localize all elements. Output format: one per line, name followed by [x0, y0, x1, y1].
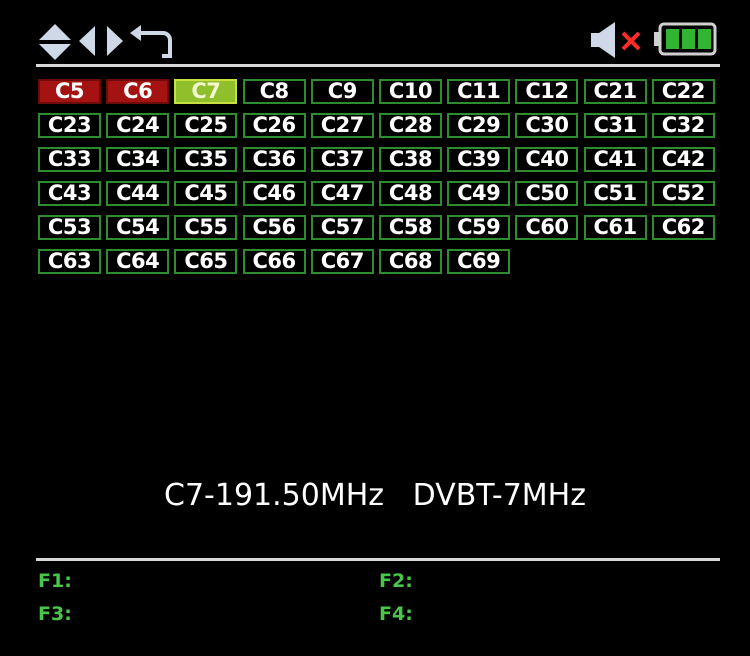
- channel-button-c23[interactable]: C23: [38, 113, 101, 138]
- channel-button-c64[interactable]: C64: [106, 249, 170, 274]
- channel-button-c54[interactable]: C54: [106, 215, 170, 240]
- channel-button-c5[interactable]: C5: [38, 79, 101, 104]
- channel-button-c29[interactable]: C29: [447, 113, 511, 138]
- channel-button-c27[interactable]: C27: [310, 113, 374, 138]
- speaker-muted-icon: [591, 22, 641, 58]
- channel-button-c62[interactable]: C62: [651, 215, 715, 240]
- channel-button-c40[interactable]: C40: [515, 147, 579, 172]
- channel-button-c25[interactable]: C25: [174, 113, 238, 138]
- top-separator: [36, 64, 720, 67]
- channel-button-c61[interactable]: C61: [583, 215, 647, 240]
- channel-button-c34[interactable]: C34: [106, 147, 170, 172]
- channel-button-c56[interactable]: C56: [242, 215, 306, 240]
- return-icon[interactable]: [129, 24, 173, 60]
- channel-button-c44[interactable]: C44: [106, 181, 170, 206]
- left-arrow-icon[interactable]: [78, 26, 96, 56]
- up-down-arrows-icon[interactable]: [38, 24, 72, 60]
- channel-button-c33[interactable]: C33: [38, 147, 101, 172]
- channel-button-c38[interactable]: C38: [379, 147, 442, 172]
- channel-button-c65[interactable]: C65: [174, 249, 238, 274]
- f2-label[interactable]: F2:: [379, 570, 413, 592]
- channel-button-c52[interactable]: C52: [651, 181, 715, 206]
- channel-button-c49[interactable]: C49: [447, 181, 511, 206]
- channel-button-c55[interactable]: C55: [174, 215, 238, 240]
- channel-button-c57[interactable]: C57: [310, 215, 374, 240]
- channel-button-c50[interactable]: C50: [515, 181, 579, 206]
- channel-button-c68[interactable]: C68: [379, 249, 442, 274]
- channel-button-c60[interactable]: C60: [515, 215, 579, 240]
- top-toolbar: [0, 0, 750, 66]
- f3-label[interactable]: F3:: [38, 603, 72, 625]
- channel-button-c37[interactable]: C37: [310, 147, 374, 172]
- channel-button-c35[interactable]: C35: [174, 147, 238, 172]
- channel-button-c69[interactable]: C69: [447, 249, 511, 274]
- channel-button-c41[interactable]: C41: [583, 147, 647, 172]
- channel-button-c6[interactable]: C6: [106, 79, 170, 104]
- channel-button-c24[interactable]: C24: [106, 113, 170, 138]
- channel-button-c46[interactable]: C46: [242, 181, 306, 206]
- channel-button-c45[interactable]: C45: [174, 181, 238, 206]
- channel-button-c58[interactable]: C58: [379, 215, 442, 240]
- battery-full-icon: [654, 22, 717, 56]
- channel-button-c48[interactable]: C48: [379, 181, 442, 206]
- channel-button-c11[interactable]: C11: [447, 79, 511, 104]
- channel-button-c26[interactable]: C26: [242, 113, 306, 138]
- frequency-status: C7-191.50MHz DVBT-7MHz: [164, 478, 586, 513]
- channel-button-c63[interactable]: C63: [38, 249, 101, 274]
- channel-button-c8[interactable]: C8: [242, 79, 306, 104]
- channel-button-c53[interactable]: C53: [38, 215, 101, 240]
- channel-button-c12[interactable]: C12: [515, 79, 579, 104]
- channel-button-c21[interactable]: C21: [583, 79, 647, 104]
- channel-button-c67[interactable]: C67: [310, 249, 374, 274]
- f4-label[interactable]: F4:: [379, 603, 413, 625]
- channel-button-c43[interactable]: C43: [38, 181, 101, 206]
- channel-button-c22[interactable]: C22: [651, 79, 715, 104]
- right-arrow-icon[interactable]: [106, 26, 124, 56]
- channel-button-c51[interactable]: C51: [583, 181, 647, 206]
- channel-button-c59[interactable]: C59: [447, 215, 511, 240]
- channel-button-c30[interactable]: C30: [515, 113, 579, 138]
- channel-button-c39[interactable]: C39: [447, 147, 511, 172]
- bottom-separator: [36, 558, 720, 561]
- channel-button-c7[interactable]: C7: [174, 79, 238, 104]
- channel-button-c47[interactable]: C47: [310, 181, 374, 206]
- channel-button-c32[interactable]: C32: [651, 113, 715, 138]
- channel-button-c66[interactable]: C66: [242, 249, 306, 274]
- channel-button-c9[interactable]: C9: [310, 79, 374, 104]
- channel-button-c36[interactable]: C36: [242, 147, 306, 172]
- channel-button-c42[interactable]: C42: [651, 147, 715, 172]
- channel-button-c10[interactable]: C10: [379, 79, 442, 104]
- f1-label[interactable]: F1:: [38, 570, 72, 592]
- channel-button-c28[interactable]: C28: [379, 113, 442, 138]
- channel-button-c31[interactable]: C31: [583, 113, 647, 138]
